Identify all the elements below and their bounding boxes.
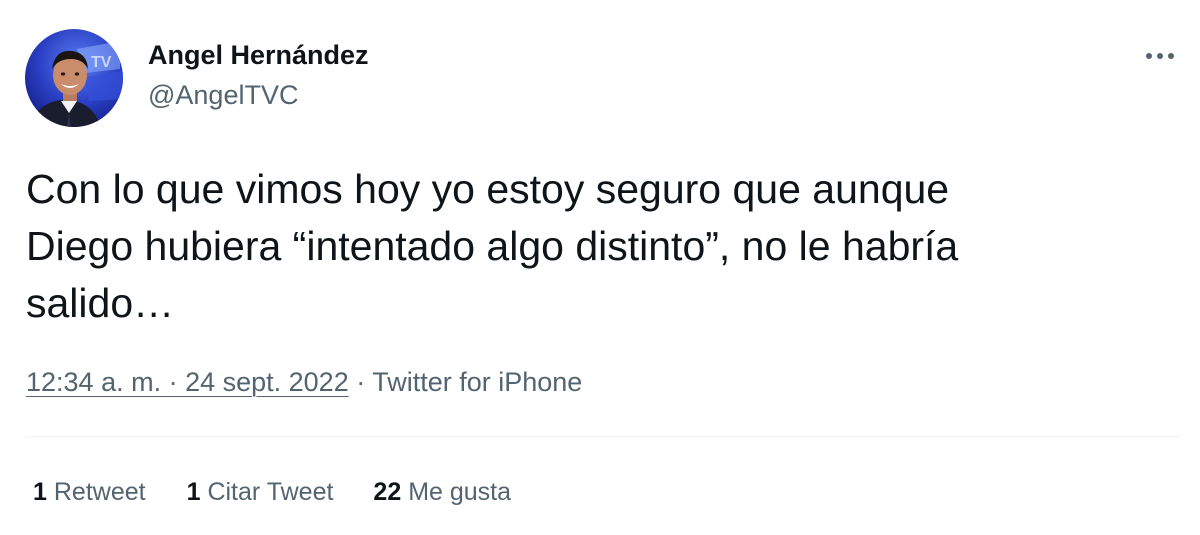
likes-count: 22 xyxy=(373,478,402,506)
tweet-card: TV Angel Hernández @AngelTVC Con lo que … xyxy=(0,0,1200,535)
tweet-source-link[interactable]: Twitter for iPhone xyxy=(372,367,582,397)
more-options-button[interactable] xyxy=(1138,42,1182,70)
avatar[interactable]: TV xyxy=(25,29,123,127)
quotes-label: Citar Tweet xyxy=(207,478,334,506)
retweets-stat[interactable]: 1 Retweet xyxy=(33,478,146,507)
divider xyxy=(26,436,1180,437)
retweets-count: 1 xyxy=(33,478,47,506)
tweet-timestamp-link[interactable]: 12:34 a. m. · 24 sept. 2022 xyxy=(26,367,349,397)
retweets-label: Retweet xyxy=(53,478,146,506)
avatar-image: TV xyxy=(25,29,123,127)
likes-label: Me gusta xyxy=(408,478,512,506)
author-display-name[interactable]: Angel Hernández xyxy=(148,40,369,71)
quotes-stat[interactable]: 1 Citar Tweet xyxy=(187,478,334,507)
tweet-text: Con lo que vimos hoy yo estoy seguro que… xyxy=(26,166,959,326)
quotes-count: 1 xyxy=(186,478,201,506)
tweet-metadata: 12:34 a. m. · 24 sept. 2022 · Twitter fo… xyxy=(26,367,582,398)
author-handle[interactable]: @AngelTVC xyxy=(148,80,298,111)
svg-text:TV: TV xyxy=(91,54,112,71)
metadata-separator: · xyxy=(348,367,373,397)
more-horizontal-icon xyxy=(1146,53,1174,59)
tweet-stats: 1 Retweet 1 Citar Tweet 22 Me gusta xyxy=(33,478,511,507)
likes-stat[interactable]: 22 Me gusta xyxy=(373,478,511,507)
